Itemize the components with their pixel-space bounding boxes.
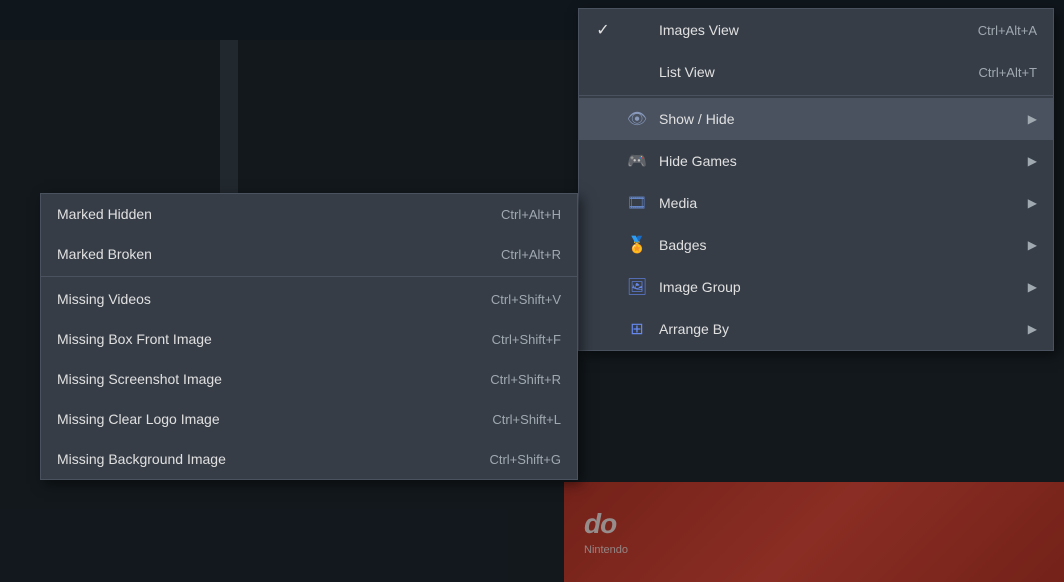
menu-item-list-view[interactable]: List View Ctrl+Alt+T [579,51,1053,93]
nintendo-text: do [584,508,628,540]
submenu-item-missing-box-front[interactable]: Missing Box Front ImageCtrl+Shift+F [41,319,577,359]
menu-item-badges[interactable]: 🏅 Badges ▶ [579,224,1053,266]
game-preview-area: do Nintendo [564,482,1064,582]
submenu-shortcut-missing-videos: Ctrl+Shift+V [491,292,561,307]
submenu-item-missing-screenshot[interactable]: Missing Screenshot ImageCtrl+Shift+R [41,359,577,399]
menu-arrow-image-group: ▶ [1028,280,1037,294]
menu-shortcut-list-view: Ctrl+Alt+T [978,65,1037,80]
submenu-shortcut-missing-clear-logo: Ctrl+Shift+L [492,412,561,427]
submenu-item-missing-clear-logo[interactable]: Missing Clear Logo ImageCtrl+Shift+L [41,399,577,439]
menu-arrow-arrange-by: ▶ [1028,322,1037,336]
menu-icon-media: 🎞 [625,191,649,215]
menu-arrow-badges: ▶ [1028,238,1037,252]
menu-label-image-group: Image Group [659,279,1020,295]
menu-item-image-group[interactable]: 🖼 Image Group ▶ [579,266,1053,308]
submenu-item-missing-videos[interactable]: Missing VideosCtrl+Shift+V [41,279,577,319]
nintendo-sub-text: Nintendo [584,544,628,556]
menu-item-show-hide[interactable]: 👁 Show / Hide ▶ [579,98,1053,140]
submenu-shortcut-missing-screenshot: Ctrl+Shift+R [490,372,561,387]
menu-shortcut-images-view: Ctrl+Alt+A [978,23,1037,38]
submenu-divider-marked-broken [41,276,577,277]
submenu-label-missing-box-front: Missing Box Front Image [57,331,492,347]
context-menu-main: ✓ Images View Ctrl+Alt+A List View Ctrl+Alt+… [578,8,1054,351]
menu-icon-image-group: 🖼 [625,275,649,299]
submenu-shortcut-marked-hidden: Ctrl+Alt+H [501,207,561,222]
submenu-item-marked-broken[interactable]: Marked BrokenCtrl+Alt+R [41,234,577,274]
submenu-shortcut-missing-box-front: Ctrl+Shift+F [492,332,561,347]
menu-item-images-view[interactable]: ✓ Images View Ctrl+Alt+A [579,9,1053,51]
menu-label-badges: Badges [659,237,1020,253]
submenu-label-missing-background: Missing Background Image [57,451,489,467]
submenu-label-missing-videos: Missing Videos [57,291,491,307]
menu-icon-list-view [625,60,649,84]
menu-label-hide-games: Hide Games [659,153,1020,169]
menu-label-arrange-by: Arrange By [659,321,1020,337]
submenu-label-missing-clear-logo: Missing Clear Logo Image [57,411,492,427]
submenu-shortcut-marked-broken: Ctrl+Alt+R [501,247,561,262]
menu-label-images-view: Images View [659,22,958,38]
menu-check-images-view: ✓ [591,20,615,40]
menu-icon-show-hide: 👁 [625,107,649,131]
submenu-label-missing-screenshot: Missing Screenshot Image [57,371,490,387]
menu-icon-hide-games: 🎮 [625,149,649,173]
scroll-bar-bg [220,40,238,200]
menu-item-media[interactable]: 🎞 Media ▶ [579,182,1053,224]
submenu-label-marked-hidden: Marked Hidden [57,206,501,222]
menu-item-arrange-by[interactable]: ⊞ Arrange By ▶ [579,308,1053,350]
menu-label-show-hide: Show / Hide [659,111,1020,127]
menu-icon-images-view [625,18,649,42]
menu-label-media: Media [659,195,1020,211]
menu-label-list-view: List View [659,64,958,80]
menu-item-hide-games[interactable]: 🎮 Hide Games ▶ [579,140,1053,182]
menu-arrow-show-hide: ▶ [1028,112,1037,126]
submenu-item-missing-background[interactable]: Missing Background ImageCtrl+Shift+G [41,439,577,479]
submenu-label-marked-broken: Marked Broken [57,246,501,262]
submenu-shortcut-missing-background: Ctrl+Shift+G [489,452,561,467]
menu-icon-badges: 🏅 [625,233,649,257]
submenu-show-hide: Marked HiddenCtrl+Alt+HMarked BrokenCtrl… [40,193,578,480]
submenu-item-marked-hidden[interactable]: Marked HiddenCtrl+Alt+H [41,194,577,234]
menu-arrow-hide-games: ▶ [1028,154,1037,168]
menu-divider-list-view [579,95,1053,96]
menu-icon-arrange-by: ⊞ [625,317,649,341]
nintendo-branding: do Nintendo [584,508,628,556]
menu-arrow-media: ▶ [1028,196,1037,210]
